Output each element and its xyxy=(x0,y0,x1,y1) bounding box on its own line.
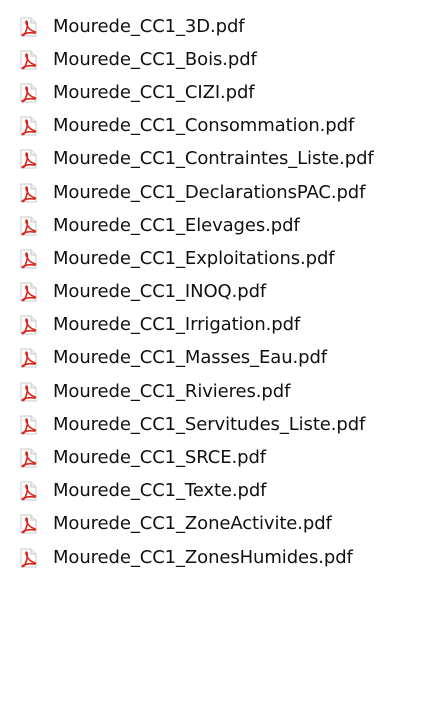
file-name: Mourede_CC1_Elevages.pdf xyxy=(53,214,300,236)
pdf-file-icon xyxy=(18,481,38,501)
file-list-item[interactable]: Mourede_CC1_Bois.pdf xyxy=(0,43,439,76)
file-list-item[interactable]: Mourede_CC1_DeclarationsPAC.pdf xyxy=(0,176,439,209)
pdf-file-icon xyxy=(18,282,38,302)
pdf-file-icon xyxy=(18,448,38,468)
file-name: Mourede_CC1_Rivieres.pdf xyxy=(53,380,291,402)
file-name: Mourede_CC1_Servitudes_Liste.pdf xyxy=(53,413,366,435)
pdf-file-icon xyxy=(18,116,38,136)
file-name: Mourede_CC1_SRCE.pdf xyxy=(53,447,267,469)
pdf-file-icon xyxy=(18,183,38,203)
file-list-item[interactable]: Mourede_CC1_ZonesHumides.pdf xyxy=(0,541,439,574)
pdf-file-icon xyxy=(18,382,38,402)
file-list-item[interactable]: Mourede_CC1_Irrigation.pdf xyxy=(0,309,439,342)
file-list-item[interactable]: Mourede_CC1_ZoneActivite.pdf xyxy=(0,508,439,541)
file-list-item[interactable]: Mourede_CC1_Contraintes_Liste.pdf xyxy=(0,143,439,176)
pdf-file-icon xyxy=(18,50,38,70)
file-name: Mourede_CC1_Contraintes_Liste.pdf xyxy=(53,148,374,170)
file-list-item[interactable]: Mourede_CC1_Rivieres.pdf xyxy=(0,375,439,408)
file-list-item[interactable]: Mourede_CC1_3D.pdf xyxy=(0,10,439,43)
file-name: Mourede_CC1_CIZI.pdf xyxy=(53,81,255,103)
file-name: Mourede_CC1_Bois.pdf xyxy=(53,48,257,70)
pdf-file-icon xyxy=(18,249,38,269)
file-list-item[interactable]: Mourede_CC1_Masses_Eau.pdf xyxy=(0,342,439,375)
file-name: Mourede_CC1_Consommation.pdf xyxy=(53,115,355,137)
pdf-file-icon xyxy=(18,415,38,435)
pdf-file-icon xyxy=(18,548,38,568)
file-name: Mourede_CC1_Irrigation.pdf xyxy=(53,314,301,336)
pdf-file-icon xyxy=(18,514,38,534)
pdf-file-icon xyxy=(18,83,38,103)
file-list: Mourede_CC1_3D.pdf Mourede_CC1_Bois.pdf … xyxy=(0,0,439,716)
file-list-item[interactable]: Mourede_CC1_Texte.pdf xyxy=(0,475,439,508)
file-list-item[interactable]: Mourede_CC1_Consommation.pdf xyxy=(0,110,439,143)
file-name: Mourede_CC1_Exploitations.pdf xyxy=(53,247,335,269)
file-name: Mourede_CC1_Texte.pdf xyxy=(53,480,267,502)
file-name: Mourede_CC1_Masses_Eau.pdf xyxy=(53,347,328,369)
pdf-file-icon xyxy=(18,348,38,368)
file-list-item[interactable]: Mourede_CC1_SRCE.pdf xyxy=(0,441,439,474)
file-list-item[interactable]: Mourede_CC1_Elevages.pdf xyxy=(0,209,439,242)
pdf-file-icon xyxy=(18,216,38,236)
file-list-item[interactable]: Mourede_CC1_Exploitations.pdf xyxy=(0,242,439,275)
pdf-file-icon xyxy=(18,315,38,335)
pdf-file-icon xyxy=(18,17,38,37)
file-name: Mourede_CC1_ZonesHumides.pdf xyxy=(53,546,353,568)
pdf-file-icon xyxy=(18,149,38,169)
file-list-item[interactable]: Mourede_CC1_Servitudes_Liste.pdf xyxy=(0,408,439,441)
file-name: Mourede_CC1_ZoneActivite.pdf xyxy=(53,513,332,535)
file-name: Mourede_CC1_DeclarationsPAC.pdf xyxy=(53,181,366,203)
file-name: Mourede_CC1_3D.pdf xyxy=(53,15,245,37)
file-list-item[interactable]: Mourede_CC1_CIZI.pdf xyxy=(0,76,439,109)
file-list-item[interactable]: Mourede_CC1_INOQ.pdf xyxy=(0,276,439,309)
file-name: Mourede_CC1_INOQ.pdf xyxy=(53,281,267,303)
